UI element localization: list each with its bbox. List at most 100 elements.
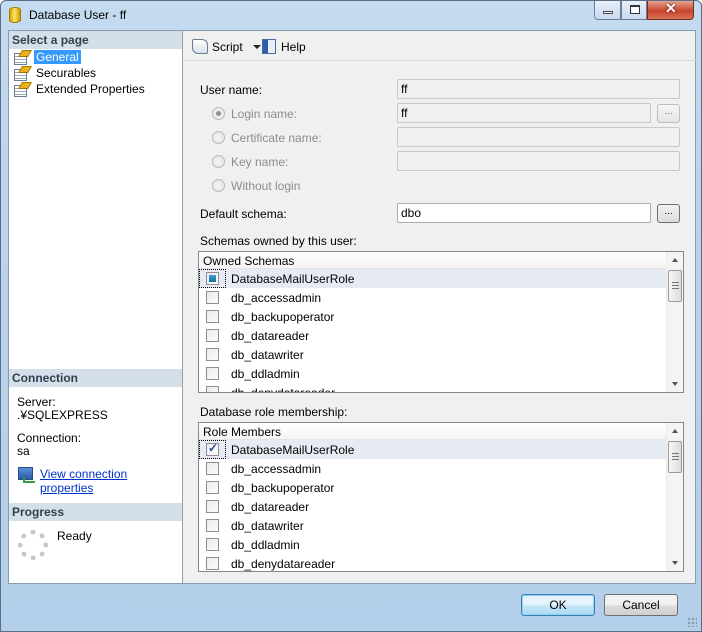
row-checkbox[interactable] bbox=[206, 500, 219, 513]
key-name-field[interactable] bbox=[397, 151, 680, 171]
list-item[interactable]: db_backupoperator bbox=[199, 307, 669, 326]
row-checkbox[interactable] bbox=[206, 557, 219, 570]
role-membership-scrollbar[interactable] bbox=[666, 423, 683, 571]
checkbox-cell bbox=[199, 516, 226, 535]
script-button[interactable]: Script bbox=[192, 39, 261, 54]
list-item[interactable]: db_datawriter bbox=[199, 345, 669, 364]
key-name-radio[interactable] bbox=[212, 155, 225, 168]
row-label: db_denydatareader bbox=[231, 385, 336, 393]
cancel-button[interactable]: Cancel bbox=[604, 594, 678, 616]
scroll-thumb[interactable] bbox=[668, 441, 682, 473]
row-checkbox[interactable] bbox=[206, 519, 219, 532]
row-checkbox[interactable] bbox=[206, 291, 219, 304]
server-label: Server: bbox=[17, 395, 56, 409]
checkbox-cell bbox=[199, 345, 226, 364]
scroll-up-icon[interactable] bbox=[672, 258, 678, 262]
owned-schemas-scrollbar[interactable] bbox=[666, 252, 683, 392]
window-title: Database User - ff bbox=[29, 8, 127, 22]
row-label: db_datawriter bbox=[231, 518, 304, 533]
progress-header: Progress bbox=[9, 503, 182, 521]
connection-header: Connection bbox=[9, 369, 182, 387]
scroll-up-icon[interactable] bbox=[672, 429, 678, 433]
row-checkbox[interactable] bbox=[206, 348, 219, 361]
select-page-header: Select a page bbox=[9, 31, 182, 49]
certificate-name-field[interactable] bbox=[397, 127, 680, 147]
server-value: .¥SQLEXPRESS bbox=[17, 408, 108, 422]
help-button[interactable]: Help bbox=[262, 39, 306, 54]
close-icon: ✕ bbox=[665, 0, 677, 16]
list-item[interactable]: db_backupoperator bbox=[199, 478, 669, 497]
row-checkbox[interactable] bbox=[206, 386, 219, 392]
row-checkbox[interactable] bbox=[206, 481, 219, 494]
page-item-securables[interactable]: Securables bbox=[13, 65, 98, 81]
progress-status: Ready bbox=[57, 529, 92, 543]
connection-label: Connection: bbox=[17, 431, 82, 445]
default-schema-browse-button[interactable]: ... bbox=[657, 204, 680, 223]
minimize-button[interactable] bbox=[594, 1, 621, 20]
list-item[interactable]: db_datawriter bbox=[199, 516, 669, 535]
dialog-body: Select a page General Securables Extende… bbox=[8, 30, 696, 584]
certificate-name-radio[interactable] bbox=[212, 131, 225, 144]
row-checkbox[interactable] bbox=[206, 462, 219, 475]
list-item[interactable]: DatabaseMailUserRole bbox=[199, 440, 669, 459]
scroll-thumb[interactable] bbox=[668, 270, 682, 302]
role-membership-label: Database role membership: bbox=[200, 405, 348, 419]
list-item[interactable]: db_accessadmin bbox=[199, 459, 669, 478]
list-item[interactable]: db_ddladmin bbox=[199, 535, 669, 554]
login-name-label: Login name: bbox=[231, 107, 298, 121]
title-bar[interactable]: Database User - ff ✕ bbox=[1, 0, 701, 29]
list-item[interactable]: db_denydatareader bbox=[199, 554, 669, 571]
page-properties-icon bbox=[13, 66, 29, 81]
checkbox-cell bbox=[199, 478, 226, 497]
default-schema-field[interactable]: dbo bbox=[397, 203, 651, 223]
row-label: db_backupoperator bbox=[231, 309, 335, 324]
progress-spinner-icon bbox=[18, 530, 48, 560]
login-name-radio[interactable] bbox=[212, 107, 225, 120]
row-label: db_datareader bbox=[231, 328, 310, 343]
page-properties-icon bbox=[13, 50, 29, 65]
list-item[interactable]: db_accessadmin bbox=[199, 288, 669, 307]
without-login-radio[interactable] bbox=[212, 179, 225, 192]
role-members-column-header[interactable]: Role Members bbox=[199, 423, 669, 440]
page-item-label: Extended Properties bbox=[36, 82, 145, 96]
row-label: DatabaseMailUserRole bbox=[231, 271, 355, 286]
checkbox-cell bbox=[199, 497, 226, 516]
row-label: db_ddladmin bbox=[231, 366, 300, 381]
page-item-extended-properties[interactable]: Extended Properties bbox=[13, 81, 147, 97]
row-checkbox[interactable] bbox=[206, 272, 219, 285]
resize-grip[interactable] bbox=[687, 617, 697, 627]
list-item[interactable]: DatabaseMailUserRole bbox=[199, 269, 669, 288]
page-properties-icon bbox=[13, 82, 29, 97]
row-label: db_backupoperator bbox=[231, 480, 335, 495]
maximize-icon bbox=[630, 5, 640, 14]
row-label: db_datareader bbox=[231, 499, 310, 514]
general-page-form: User name: ff Login name: ff ... Certifi… bbox=[184, 62, 696, 583]
ok-button[interactable]: OK bbox=[521, 594, 595, 616]
owned-schemas-label: Schemas owned by this user: bbox=[200, 234, 357, 248]
row-label: db_ddladmin bbox=[231, 537, 300, 552]
close-button[interactable]: ✕ bbox=[647, 0, 694, 20]
list-item[interactable]: db_ddladmin bbox=[199, 364, 669, 383]
scroll-down-icon[interactable] bbox=[672, 382, 678, 386]
view-connection-properties-link[interactable]: View connection properties bbox=[40, 467, 182, 495]
maximize-button[interactable] bbox=[621, 1, 647, 20]
page-item-general[interactable]: General bbox=[13, 49, 81, 65]
checkbox-cell bbox=[199, 288, 226, 307]
row-checkbox[interactable] bbox=[206, 441, 219, 456]
chevron-down-icon[interactable] bbox=[252, 44, 261, 49]
row-checkbox[interactable] bbox=[206, 367, 219, 380]
checkbox-cell bbox=[199, 307, 226, 326]
owned-schemas-column-header[interactable]: Owned Schemas bbox=[199, 252, 669, 269]
list-item[interactable]: db_datareader bbox=[199, 326, 669, 345]
login-name-browse-button[interactable]: ... bbox=[657, 104, 680, 123]
user-name-field[interactable]: ff bbox=[397, 79, 680, 99]
list-item[interactable]: db_datareader bbox=[199, 497, 669, 516]
list-item[interactable]: db_denydatareader bbox=[199, 383, 669, 393]
login-name-field[interactable]: ff bbox=[397, 103, 651, 123]
row-checkbox[interactable] bbox=[206, 538, 219, 551]
checkbox-cell bbox=[199, 269, 226, 288]
scroll-down-icon[interactable] bbox=[672, 561, 678, 565]
script-icon bbox=[192, 39, 208, 54]
row-checkbox[interactable] bbox=[206, 329, 219, 342]
row-checkbox[interactable] bbox=[206, 310, 219, 323]
